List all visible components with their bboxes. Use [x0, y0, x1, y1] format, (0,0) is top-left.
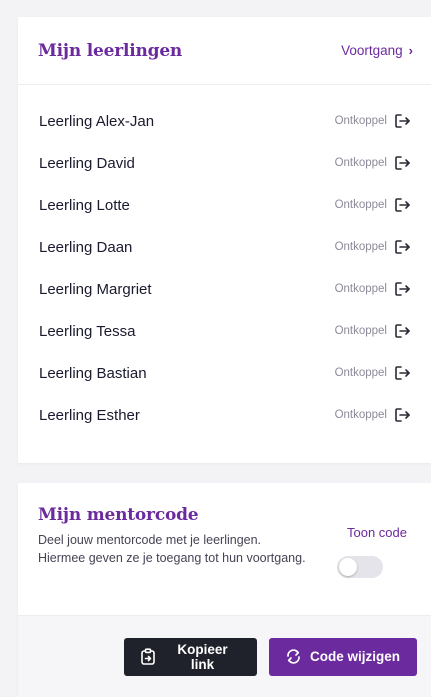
copy-link-label: Kopieer link	[177, 641, 228, 672]
student-name: Leerling Daan	[39, 238, 133, 256]
student-row: Leerling Margriet Ontkoppel	[18, 268, 431, 310]
disconnect-label: Ontkoppel	[334, 367, 387, 379]
progress-link-label: Voortgang	[341, 43, 403, 58]
logout-arrow-icon	[395, 156, 410, 170]
disconnect-button[interactable]: Ontkoppel	[335, 239, 411, 255]
disconnect-button[interactable]: Ontkoppel	[335, 365, 411, 381]
copy-link-button[interactable]: Kopieer link	[124, 637, 257, 676]
logout-arrow-icon	[395, 366, 410, 380]
refresh-arrows-icon	[287, 649, 300, 664]
mentor-code-actions: Kopieer link Code wijzigen	[18, 616, 431, 697]
disconnect-button[interactable]: Ontkoppel	[335, 281, 411, 297]
mentor-code-card: Mijn mentorcode Deel jouw mentorcode met…	[18, 483, 431, 697]
change-code-button[interactable]: Code wijzigen	[269, 637, 417, 676]
student-row: Leerling Esther Ontkoppel	[18, 394, 431, 436]
show-code-control: Toon code	[337, 525, 407, 578]
student-row: Leerling Lotte Ontkoppel	[18, 184, 431, 226]
progress-link[interactable]: Voortgang ›	[341, 43, 413, 58]
disconnect-label: Ontkoppel	[334, 199, 387, 211]
mentor-code-title: Mijn mentorcode	[38, 505, 199, 525]
mentor-code-body: Mijn mentorcode Deel jouw mentorcode met…	[18, 483, 431, 616]
student-name: Leerling Margriet	[39, 280, 152, 298]
disconnect-button[interactable]: Ontkoppel	[335, 155, 411, 171]
disconnect-button[interactable]: Ontkoppel	[335, 197, 411, 213]
disconnect-button[interactable]: Ontkoppel	[335, 407, 411, 423]
students-card-header: Mijn leerlingen Voortgang ›	[18, 17, 431, 85]
disconnect-label: Ontkoppel	[334, 325, 387, 337]
student-list: Leerling Alex-Jan Ontkoppel Leerling David…	[18, 85, 431, 436]
mentor-code-description: Deel jouw mentorcode met je leerlingen. …	[38, 533, 306, 565]
student-row: Leerling Daan Ontkoppel	[18, 226, 431, 268]
logout-arrow-icon	[395, 240, 410, 254]
student-name: Leerling Lotte	[39, 196, 130, 214]
show-code-label: Toon code	[347, 525, 407, 540]
clipboard-copy-icon	[141, 648, 155, 665]
student-row: Leerling Bastian Ontkoppel	[18, 352, 431, 394]
student-name: Leerling Bastian	[39, 364, 147, 382]
student-row: Leerling Tessa Ontkoppel	[18, 310, 431, 352]
logout-arrow-icon	[395, 408, 410, 422]
disconnect-label: Ontkoppel	[334, 409, 387, 421]
show-code-toggle[interactable]	[337, 556, 383, 578]
disconnect-label: Ontkoppel	[334, 115, 387, 127]
logout-arrow-icon	[395, 282, 410, 296]
students-title: Mijn leerlingen	[38, 40, 183, 61]
students-card: Mijn leerlingen Voortgang › Leerling Ale…	[18, 17, 431, 463]
student-name: Leerling Alex-Jan	[39, 112, 155, 130]
logout-arrow-icon	[395, 198, 410, 212]
logout-arrow-icon	[395, 324, 410, 338]
disconnect-label: Ontkoppel	[334, 157, 387, 169]
student-row: Leerling Alex-Jan Ontkoppel	[18, 100, 431, 142]
disconnect-button[interactable]: Ontkoppel	[335, 323, 411, 339]
change-code-label: Code wijzigen	[310, 649, 401, 664]
chevron-right-icon: ›	[408, 43, 413, 58]
toggle-knob	[339, 558, 357, 576]
logout-arrow-icon	[395, 114, 410, 128]
student-name: Leerling Tessa	[39, 322, 136, 340]
student-name: Leerling David	[39, 154, 135, 172]
disconnect-button[interactable]: Ontkoppel	[335, 113, 411, 129]
student-name: Leerling Esther	[39, 406, 140, 424]
student-row: Leerling David Ontkoppel	[18, 142, 431, 184]
disconnect-label: Ontkoppel	[334, 283, 387, 295]
disconnect-label: Ontkoppel	[334, 241, 387, 253]
